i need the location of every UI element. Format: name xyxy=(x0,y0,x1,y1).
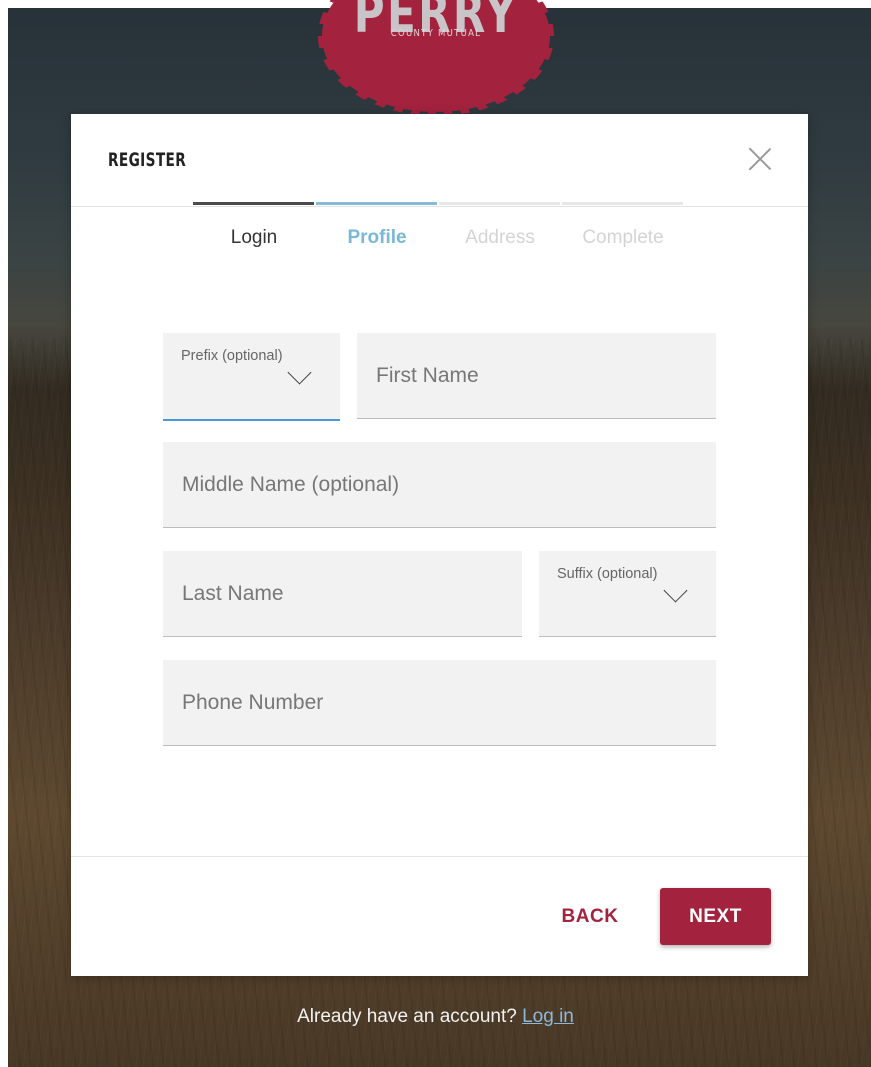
step-label: Login xyxy=(230,227,278,248)
step-label: Address xyxy=(465,227,535,248)
step-bar xyxy=(316,202,437,205)
login-link[interactable]: Log in xyxy=(522,1006,574,1027)
last-name-placeholder: Last Name xyxy=(182,581,284,605)
step-bar xyxy=(439,202,560,205)
phone-number-placeholder: Phone Number xyxy=(182,690,324,714)
prefix-label: Prefix (optional) xyxy=(181,348,283,364)
login-prompt-text: Already have an account? xyxy=(297,1006,517,1027)
logo-subtitle: COUNTY MUTUAL xyxy=(390,28,482,39)
middle-name-field[interactable]: Middle Name (optional) xyxy=(163,442,716,528)
back-button[interactable]: BACK xyxy=(545,890,635,944)
step-label: Complete xyxy=(582,227,664,248)
middle-name-placeholder: Middle Name (optional) xyxy=(182,472,400,496)
step-bar xyxy=(562,202,683,205)
last-name-field[interactable]: Last Name xyxy=(163,551,522,637)
step-login[interactable]: Login xyxy=(193,202,315,262)
suffix-label: Suffix (optional) xyxy=(557,566,658,582)
chevron-down-icon xyxy=(287,360,312,385)
next-button[interactable]: NEXT xyxy=(660,888,771,945)
register-modal: REGISTER Login Profile Address Complete … xyxy=(71,114,808,976)
modal-title: REGISTER xyxy=(108,149,187,171)
step-bar xyxy=(193,202,314,205)
step-profile[interactable]: Profile xyxy=(316,202,438,262)
footer-divider xyxy=(71,856,808,857)
phone-number-field[interactable]: Phone Number xyxy=(163,660,716,746)
suffix-select[interactable]: Suffix (optional) xyxy=(539,551,716,637)
chevron-down-icon xyxy=(663,578,688,603)
step-label: Profile xyxy=(347,227,407,248)
progress-stepper: Login Profile Address Complete xyxy=(193,202,685,262)
first-name-field[interactable]: First Name xyxy=(357,333,716,419)
close-icon[interactable] xyxy=(747,146,773,172)
step-address: Address xyxy=(439,202,561,262)
step-complete: Complete xyxy=(562,202,684,262)
login-prompt: Already have an account? Log in xyxy=(0,1006,871,1028)
prefix-select[interactable]: Prefix (optional) xyxy=(163,333,340,421)
first-name-placeholder: First Name xyxy=(376,363,479,387)
